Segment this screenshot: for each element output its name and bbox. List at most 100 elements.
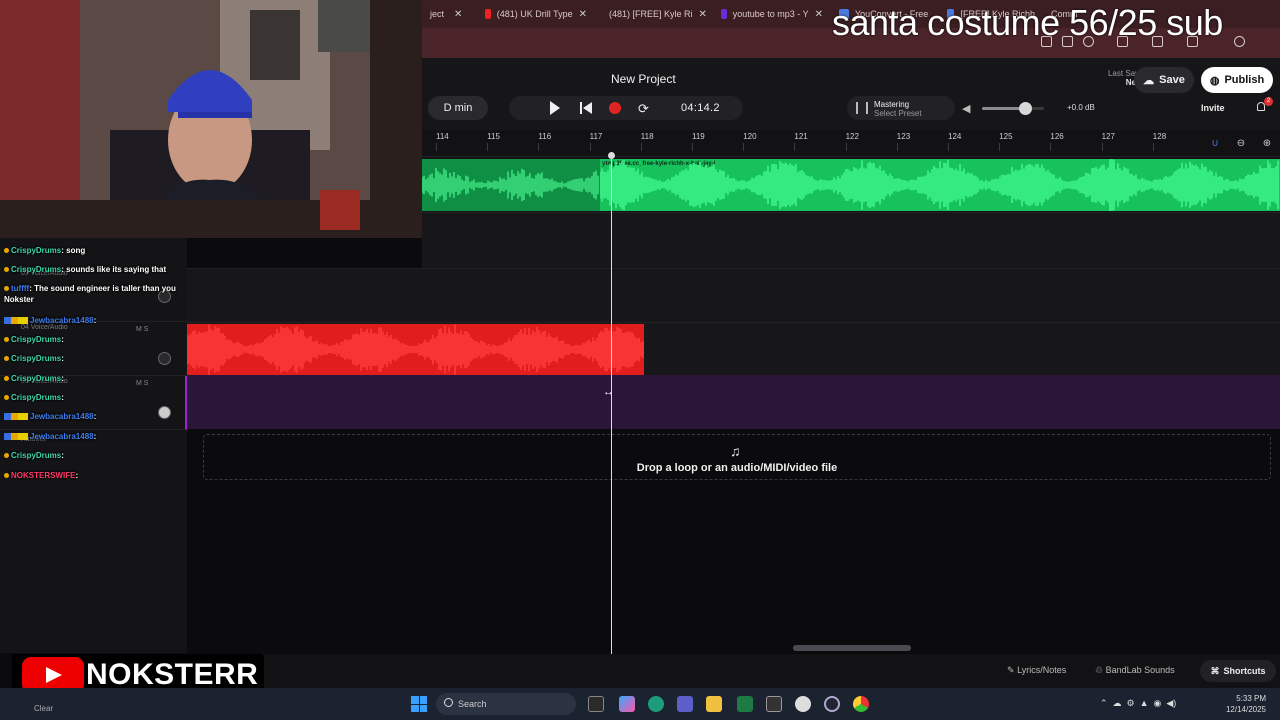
taskbar-search[interactable]: Search <box>436 693 576 715</box>
chat-text: song <box>66 246 86 255</box>
chat-badge-icon <box>4 337 9 343</box>
chat-separator: : <box>61 335 64 344</box>
windows-taskbar: Clear Search ⌃ ☁ ⚙ ▲ ◉ ◀) 5:33 PM 12/14/… <box>0 688 1280 720</box>
timeline-ruler[interactable]: 114 115 116 117 118 119 120 121 122 123 124 125 126 1… <box>422 130 1280 156</box>
chat-separator: : <box>93 432 97 441</box>
chat-username: CrispyDrums <box>11 374 62 383</box>
chat-username: CrispyDrums <box>11 265 62 274</box>
tab-close-icon[interactable]: ✕ <box>454 9 462 20</box>
track-lane-3[interactable] <box>187 268 1280 322</box>
waveform-path <box>600 159 1279 211</box>
chat-separator: : <box>93 316 97 325</box>
mastering-sliders-icon <box>856 102 868 114</box>
key-selector-button[interactable]: D min <box>428 96 488 120</box>
zoom-out-icon[interactable]: ⊖ <box>1228 130 1254 156</box>
chat-badge-icon <box>4 453 9 459</box>
browser-tab[interactable]: (481) [FREE] Kyle Ri ✕ <box>595 0 713 28</box>
store-icon[interactable] <box>766 696 782 712</box>
project-title[interactable]: New Project <box>611 72 676 86</box>
webcam-feed <box>0 0 422 238</box>
snap-magnet-icon[interactable]: ∪ <box>1202 130 1228 156</box>
chrome-icon[interactable] <box>853 696 869 712</box>
weather-widget[interactable]: Clear <box>34 704 53 713</box>
youtube-favicon-icon <box>485 9 491 19</box>
waveform-path <box>422 167 599 203</box>
loop-icon[interactable]: ⟳ <box>638 101 649 117</box>
track-lane-1[interactable]: ytmp3free.cc_free-kyle-richh-x-bak-jay-j <box>422 156 1280 212</box>
play-icon[interactable] <box>550 101 560 115</box>
search-icon <box>444 698 453 707</box>
excel-icon[interactable] <box>737 696 753 712</box>
system-tray[interactable]: ⌃ ☁ ⚙ ▲ ◉ ◀) <box>1100 698 1176 709</box>
windows-start-icon[interactable] <box>411 696 427 712</box>
clock-date: 12/14/2025 <box>1225 705 1266 714</box>
lyrics-notes-button[interactable]: ✎ Lyrics/Notes <box>1007 665 1066 676</box>
speaker-icon[interactable]: ◀ <box>962 102 970 115</box>
webcam-image <box>0 0 422 238</box>
yahoo-favicon-icon <box>721 9 727 19</box>
ruler-tick: 115 <box>487 132 500 151</box>
search-placeholder: Search <box>458 699 487 709</box>
playhead-line[interactable] <box>611 152 612 654</box>
rewind-to-start-icon[interactable] <box>580 102 592 114</box>
chat-username: tuffff <box>11 284 30 293</box>
file-explorer-icon[interactable] <box>588 696 604 712</box>
chat-message: NOKSTERSWIFE: <box>4 470 186 481</box>
chat-username: CrispyDrums <box>11 393 62 402</box>
tab-close-icon[interactable]: ✕ <box>579 9 587 20</box>
chat-badge-icon <box>4 317 28 325</box>
chat-badge-icon <box>4 267 9 273</box>
ruler-tick: 122 <box>845 132 859 151</box>
chat-message: Jewbacabra1488: <box>4 411 186 422</box>
master-volume-slider[interactable] <box>982 102 1044 115</box>
obs-icon[interactable] <box>824 696 840 712</box>
audio-clip-red[interactable] <box>187 324 644 375</box>
browser-tab[interactable]: ject ✕ <box>422 0 477 28</box>
browser-tab[interactable]: youtube to mp3 - Y ✕ <box>713 0 831 28</box>
volume-knob[interactable] <box>1019 102 1033 115</box>
profile-icon[interactable] <box>1234 36 1245 47</box>
track-lane-selected[interactable] <box>187 375 1280 429</box>
taskbar-clock[interactable]: 5:33 PM 12/14/2025 <box>1222 693 1266 715</box>
daw-header: New Project Last Saved Never ☁ Save ◍ Pu… <box>422 58 1280 130</box>
browser-tab[interactable]: (481) UK Drill Type ✕ <box>477 0 595 28</box>
record-icon[interactable] <box>609 102 621 114</box>
resize-cursor-icon: ↔ <box>603 386 614 398</box>
subscriber-goal-overlay: santa costume 56/25 sub <box>832 2 1223 43</box>
time-display: 04:14.2 <box>681 102 720 114</box>
notification-badge: 2 <box>1264 97 1273 106</box>
chat-username: CrispyDrums <box>11 451 62 460</box>
audio-clip[interactable] <box>422 159 600 211</box>
notifications-bell-icon[interactable]: 2 <box>1255 97 1273 113</box>
publish-button[interactable]: ◍ Publish <box>1201 67 1273 93</box>
chat-username: CrispyDrums <box>11 335 62 344</box>
save-button[interactable]: ☁ Save <box>1134 67 1194 93</box>
ruler-tick: 126 <box>1050 132 1064 151</box>
zoom-in-icon[interactable]: ⊕ <box>1254 130 1280 156</box>
chat-message: CrispyDrums: <box>4 334 186 345</box>
ruler-toolbar: ∪ ⊖ ⊕ <box>1202 130 1280 156</box>
tab-close-icon[interactable]: ✕ <box>815 9 823 20</box>
drop-zone[interactable]: ♫ Drop a loop or an audio/MIDI/video fil… <box>203 434 1271 480</box>
invite-button[interactable]: Invite <box>1201 103 1225 113</box>
ruler-tick: 124 <box>948 132 962 151</box>
shortcuts-button[interactable]: ⌘ Shortcuts <box>1200 660 1276 682</box>
track-lane-4[interactable] <box>187 322 1280 375</box>
folder-icon[interactable] <box>706 696 722 712</box>
edge-icon[interactable] <box>648 696 664 712</box>
horizontal-scrollbar[interactable] <box>793 645 911 651</box>
chat-message: CrispyDrums: <box>4 353 186 364</box>
bandlab-sounds-button[interactable]: ♲ BandLab Sounds <box>1095 665 1175 676</box>
playhead-handle[interactable] <box>608 152 615 159</box>
app-icon[interactable] <box>795 696 811 712</box>
chat-badge-icon <box>4 413 28 421</box>
mastering-button[interactable]: Mastering Select Preset <box>847 96 955 120</box>
audio-clip-main[interactable]: ytmp3free.cc_free-kyle-richh-x-bak-jay-j <box>600 159 1280 211</box>
tab-close-icon[interactable]: ✕ <box>699 9 707 20</box>
chat-message: tuffff: The sound engineer is taller tha… <box>4 283 186 305</box>
track-lane-2[interactable] <box>422 212 1280 268</box>
waveform <box>422 167 599 203</box>
ruler-tick: 116 <box>538 132 552 151</box>
teams-icon[interactable] <box>677 696 693 712</box>
copilot-icon[interactable] <box>619 696 635 712</box>
